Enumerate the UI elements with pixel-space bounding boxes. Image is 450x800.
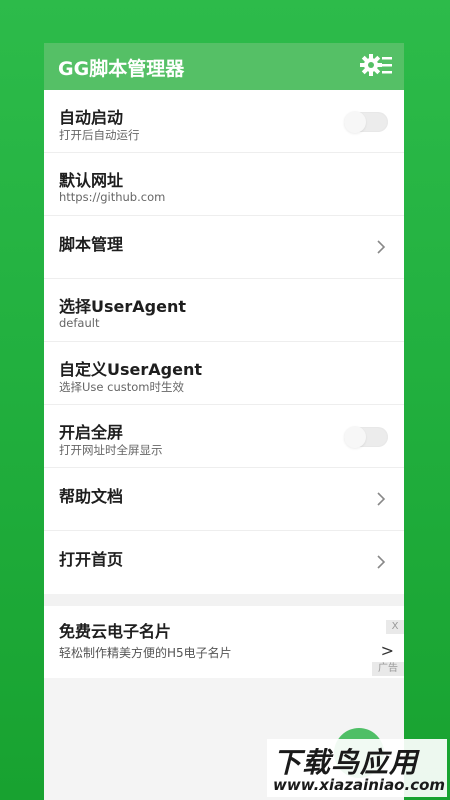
setting-select-useragent[interactable]: 选择UserAgent default <box>44 279 404 342</box>
setting-label: 默认网址 <box>59 171 124 190</box>
setting-auto-start[interactable]: 自动启动 打开后自动运行 <box>44 90 404 153</box>
setting-label: 脚本管理 <box>59 235 124 254</box>
setting-script-management[interactable]: 脚本管理 <box>44 216 404 279</box>
setting-open-homepage[interactable]: 打开首页 <box>44 531 404 594</box>
chevron-right-icon <box>377 240 386 254</box>
app-window: GG脚本管理器 自动启动 打开后自动运行 默认网址 https://github… <box>44 43 404 800</box>
chevron-right-icon <box>377 492 386 506</box>
chevron-right-icon <box>377 555 386 569</box>
setting-label: 帮助文档 <box>59 487 124 506</box>
watermark-url: www.xiazainiao.com <box>273 776 446 794</box>
setting-help-docs[interactable]: 帮助文档 <box>44 468 404 531</box>
setting-description: 打开后自动运行 <box>59 128 140 142</box>
setting-description: 选择Use custom时生效 <box>59 380 184 394</box>
setting-label: 打开首页 <box>59 550 124 569</box>
setting-fullscreen[interactable]: 开启全屏 打开网址时全屏显示 <box>44 405 404 468</box>
setting-description: 打开网址时全屏显示 <box>59 443 163 457</box>
ad-close-button[interactable]: X <box>386 620 404 634</box>
settings-list: 自动启动 打开后自动运行 默认网址 https://github.com 脚本管… <box>44 90 404 594</box>
setting-description: https://github.com <box>59 190 166 204</box>
setting-label: 自定义UserAgent <box>59 360 202 379</box>
setting-description: default <box>59 316 100 330</box>
setting-label: 选择UserAgent <box>59 297 186 316</box>
setting-label: 开启全屏 <box>59 423 124 442</box>
ad-banner[interactable]: 免费云电子名片 轻松制作精美方便的H5电子名片 X > 广告 <box>44 606 404 678</box>
toggle-knob <box>344 111 366 133</box>
setting-default-url[interactable]: 默认网址 https://github.com <box>44 153 404 216</box>
watermark: 下载鸟应用 www.xiazainiao.com <box>267 739 447 797</box>
fullscreen-toggle[interactable] <box>344 426 388 448</box>
setting-label: 自动启动 <box>59 108 124 127</box>
toggle-knob <box>344 426 366 448</box>
app-title: GG脚本管理器 <box>58 58 185 80</box>
auto-start-toggle[interactable] <box>344 111 388 133</box>
ad-arrow-icon[interactable]: > <box>381 641 394 660</box>
settings-gear-icon[interactable] <box>360 52 392 80</box>
watermark-logo-text: 下载鸟应用 <box>273 746 419 779</box>
ad-tag: 广告 <box>372 662 404 676</box>
setting-custom-useragent[interactable]: 自定义UserAgent 选择Use custom时生效 <box>44 342 404 405</box>
title-bar: GG脚本管理器 <box>44 43 404 90</box>
ad-title: 免费云电子名片 <box>59 622 172 641</box>
section-gap <box>44 594 404 606</box>
ad-subtitle: 轻松制作精美方便的H5电子名片 <box>59 646 232 660</box>
